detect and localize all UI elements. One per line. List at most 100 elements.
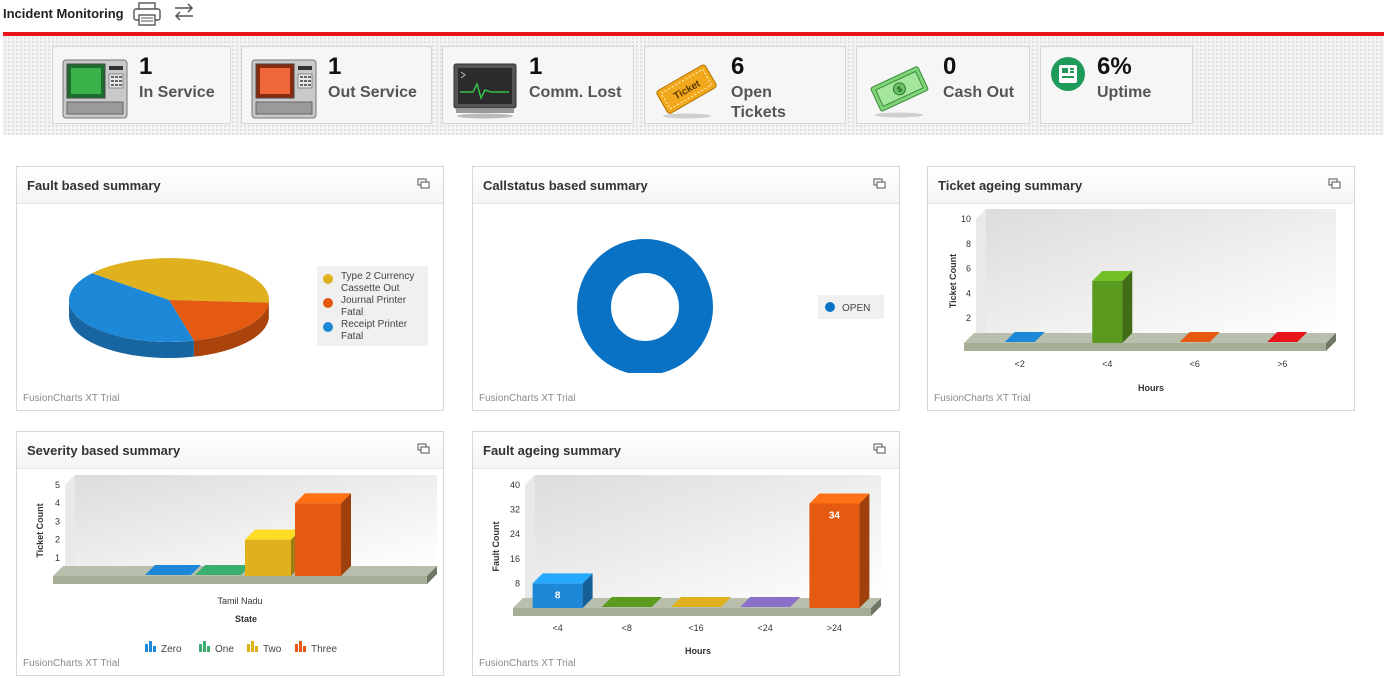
maximize-window-icon[interactable]	[1328, 177, 1342, 189]
chart-watermark: FusionCharts XT Trial	[479, 393, 576, 404]
bar-side	[341, 493, 351, 576]
panel-ticket-ageing-summary: Ticket ageing summary 0246810Ticket Coun…	[927, 166, 1355, 411]
y-axis-title: Ticket Count	[948, 254, 958, 308]
legend-label: Zero	[161, 644, 182, 655]
bar-top	[671, 597, 731, 607]
bar	[295, 493, 351, 576]
plot-side-wall	[976, 209, 986, 343]
legend-marker	[153, 646, 156, 652]
kpi-label: Out Service	[328, 84, 417, 101]
plot-background	[986, 209, 1336, 333]
fault-ageing-bar-chart: 0816243240Fault CountHours8<4<8<16<2434>…	[491, 475, 881, 656]
legend-item: Three	[295, 641, 338, 655]
severity-bar-chart: 012345Ticket CountStateTamil NaduZeroOne…	[35, 475, 437, 655]
legend-marker	[247, 644, 250, 652]
panel-title: Ticket ageing summary	[938, 178, 1083, 193]
panel-fault-summary: Fault based summary Type 2 Currency Casse…	[16, 166, 444, 411]
kpi-label: Open Tickets	[731, 84, 786, 121]
y-tick-label: 8	[515, 578, 520, 588]
legend-label: One	[215, 644, 234, 655]
chart-watermark: FusionCharts XT Trial	[23, 393, 120, 404]
panel-severity-summary: Severity based summary 012345Ticket Coun…	[16, 431, 444, 676]
panel-title: Fault based summary	[27, 178, 161, 193]
x-axis-title: Hours	[1138, 383, 1164, 393]
printer-icon[interactable]	[132, 2, 162, 26]
y-tick-label: 24	[510, 529, 520, 539]
legend-marker	[203, 641, 206, 652]
legend-label: OPEN	[842, 303, 870, 314]
legend-marker	[149, 641, 152, 652]
legend-label: Journal Printer	[341, 295, 407, 306]
kpi-value: 1	[139, 53, 153, 80]
top-bar: Incident Monitoring	[0, 0, 1384, 32]
y-axis-title: Ticket Count	[35, 503, 45, 557]
kpi-cash-out[interactable]: $ 0 Cash Out	[856, 46, 1030, 124]
kpi-in-service[interactable]: 1 In Service	[52, 46, 231, 124]
panel-title: Callstatus based summary	[483, 178, 648, 193]
legend-marker	[299, 641, 302, 652]
plot-floor-front	[53, 576, 427, 584]
bar-top	[601, 597, 662, 607]
kpi-label: Cash Out	[943, 84, 1015, 101]
x-tick-label: <24	[758, 623, 773, 633]
legend-marker	[251, 641, 254, 652]
legend-marker	[323, 322, 333, 332]
legend-marker	[207, 646, 210, 652]
chart-watermark: FusionCharts XT Trial	[479, 658, 576, 669]
chart-legend: Zero One Two Three	[145, 641, 338, 655]
bar	[601, 597, 662, 607]
y-tick-label: 16	[510, 554, 520, 564]
kpi-uptime[interactable]: 6% Uptime	[1040, 46, 1193, 124]
legend-label: Cassette Out	[341, 283, 400, 294]
bar-top	[809, 493, 870, 504]
legend-label: Fatal	[341, 331, 363, 342]
x-tick-label: <2	[1015, 359, 1025, 369]
legend-item: Zero	[145, 641, 182, 655]
data-label: 34	[829, 510, 841, 521]
kpi-value: 1	[529, 53, 543, 80]
kpi-value: 0	[943, 53, 957, 80]
kpi-open-tickets[interactable]: Ticket 6 Open Tickets	[644, 46, 846, 124]
y-tick-label: 40	[510, 480, 520, 490]
maximize-window-icon[interactable]	[873, 177, 887, 189]
bar-front	[1092, 281, 1123, 343]
kpi-out-service[interactable]: 1 Out Service	[241, 46, 432, 124]
kpi-comm-lost[interactable]: 1 Comm. Lost	[442, 46, 634, 124]
maximize-window-icon[interactable]	[417, 177, 431, 189]
y-tick-label: 4	[966, 288, 971, 298]
monitor-icon	[451, 56, 519, 120]
y-tick-label: 4	[55, 498, 60, 508]
page-title: Incident Monitoring	[3, 6, 124, 21]
swap-arrows-icon[interactable]	[172, 1, 196, 23]
legend-item: One	[199, 641, 234, 655]
plot-side-wall	[65, 475, 75, 576]
kpi-label: In Service	[139, 84, 215, 101]
y-tick-label: 3	[55, 516, 60, 526]
plot-floor-front	[964, 343, 1326, 351]
maximize-window-icon[interactable]	[873, 442, 887, 454]
legend-marker	[303, 646, 306, 652]
x-tick-label: Tamil Nadu	[217, 596, 262, 606]
panel-title: Fault ageing summary	[483, 443, 621, 458]
atm-red-icon	[250, 56, 318, 120]
legend-marker	[825, 302, 835, 312]
legend-marker	[323, 274, 333, 284]
maximize-window-icon[interactable]	[417, 442, 431, 454]
x-tick-label: <4	[552, 623, 562, 633]
legend-marker	[145, 644, 148, 652]
y-tick-label: 2	[55, 535, 60, 545]
chart-legend: OPEN	[818, 295, 884, 319]
fault-pie-chart: Type 2 CurrencyCassette OutJournal Print…	[68, 258, 428, 358]
donut-slice	[577, 239, 713, 373]
x-axis-title: State	[235, 614, 257, 624]
bar-front	[245, 539, 291, 576]
panel-title: Severity based summary	[27, 443, 181, 458]
panel-callstatus-summary: Callstatus based summary OPEN FusionChar…	[472, 166, 900, 411]
y-tick-label: 6	[966, 264, 971, 274]
bar-side	[1122, 271, 1133, 343]
x-tick-label: >24	[827, 623, 842, 633]
bar	[740, 597, 801, 607]
kpi-label: Uptime	[1097, 84, 1152, 101]
x-tick-label: <8	[622, 623, 632, 633]
chart-watermark: FusionCharts XT Trial	[23, 658, 120, 669]
